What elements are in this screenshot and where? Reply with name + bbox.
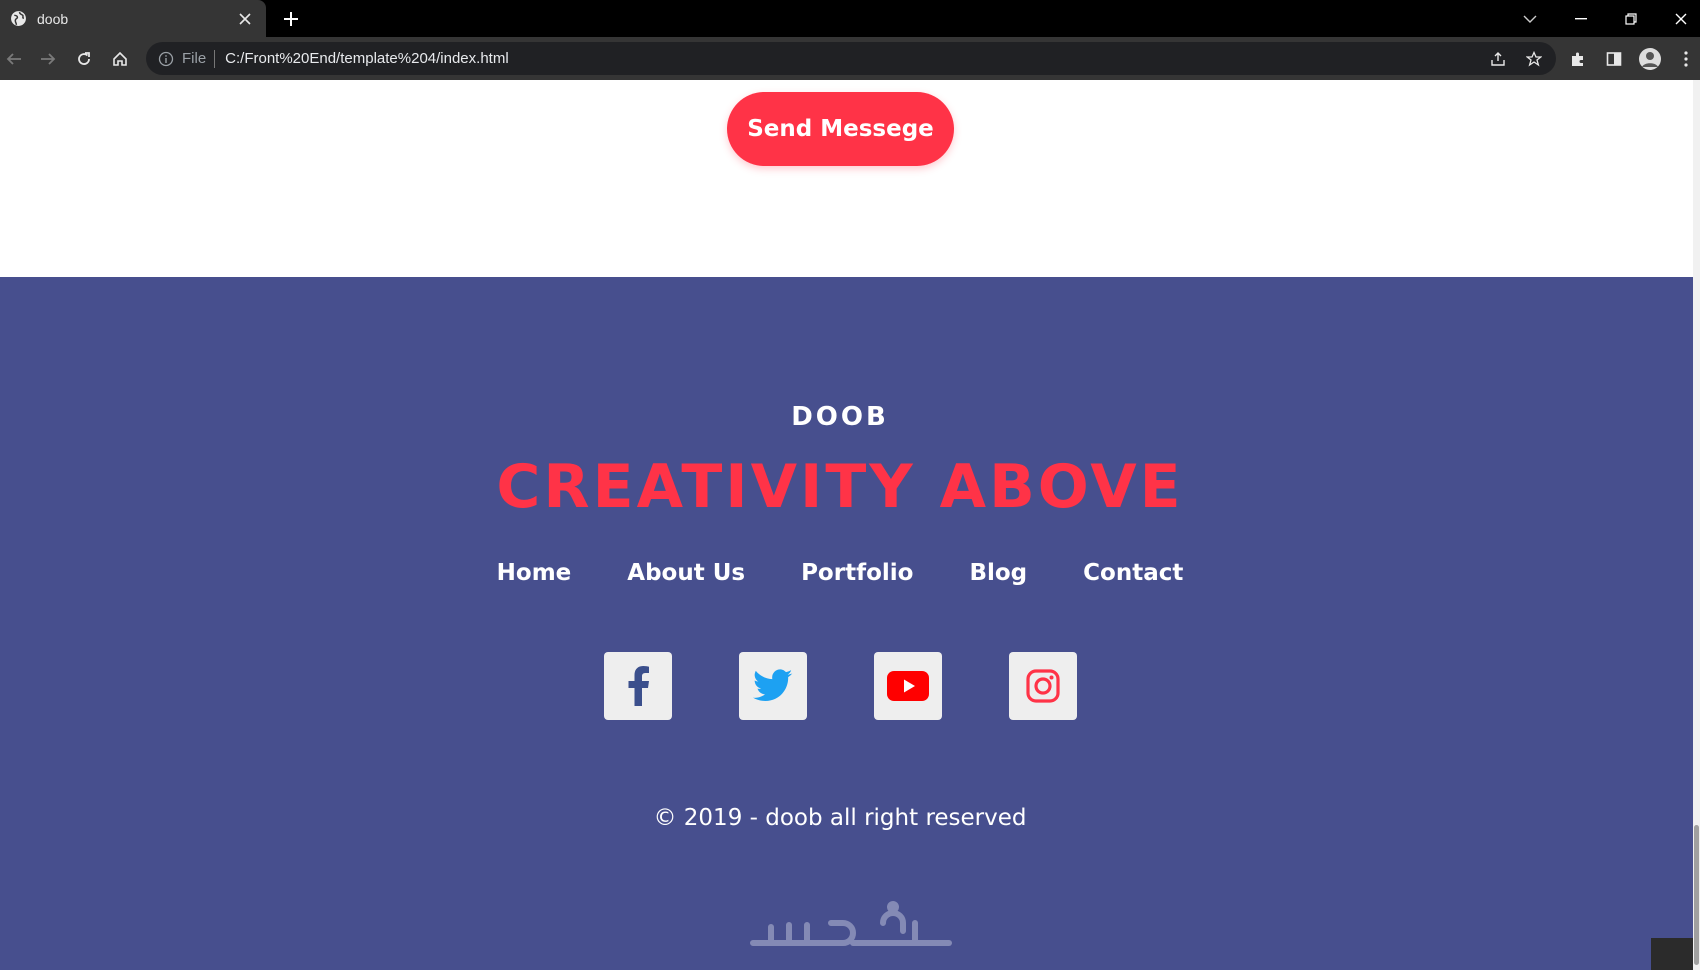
tab-title: doob: [37, 10, 69, 27]
restore-icon[interactable]: [1606, 0, 1656, 37]
profile-avatar[interactable]: [1636, 45, 1664, 73]
home-icon[interactable]: [106, 45, 134, 73]
footer-tagline: CREATIVITY ABOVE: [496, 452, 1184, 522]
instagram-icon: [1025, 669, 1060, 703]
send-message-button[interactable]: Send Messege: [727, 92, 954, 166]
back-icon[interactable]: [0, 45, 28, 73]
footer-nav-contact[interactable]: Contact: [1083, 560, 1183, 586]
side-panel-icon[interactable]: [1600, 45, 1628, 73]
khamsat-watermark-logo: [750, 901, 952, 946]
footer-nav-blog[interactable]: Blog: [969, 560, 1027, 586]
file-chip: File: [182, 50, 207, 67]
tab-search-icon[interactable]: [1505, 0, 1555, 37]
scrollbar-thumb[interactable]: [1694, 825, 1699, 965]
social-links: [0, 652, 1680, 720]
browser-tab[interactable]: doob: [0, 0, 266, 37]
close-window-icon[interactable]: [1656, 0, 1700, 37]
facebook-icon: [628, 666, 649, 706]
footer-nav-home[interactable]: Home: [497, 560, 572, 586]
globe-icon: [10, 10, 27, 27]
footer-nav: Home About Us Portfolio Blog Contact: [0, 560, 1680, 586]
site-footer: DOOB CREATIVITY ABOVE Home About Us Port…: [0, 277, 1693, 970]
page-corner-widget: [1651, 938, 1693, 970]
youtube-icon: [886, 671, 929, 701]
browser-tab-strip: doob: [0, 0, 1700, 37]
footer-brand: DOOB: [791, 402, 889, 432]
url-text[interactable]: C:/Front%20End/template%204/index.html: [225, 50, 508, 67]
new-tab-button[interactable]: [278, 6, 304, 32]
browser-toolbar: File C:/Front%20End/template%204/index.h…: [0, 37, 1700, 80]
page-viewport: Send Messege DOOB CREATIVITY ABOVE Home …: [0, 80, 1693, 970]
info-icon[interactable]: [158, 51, 174, 67]
facebook-link[interactable]: [603, 652, 672, 720]
omnibox-divider: [214, 49, 216, 68]
minimize-icon[interactable]: [1556, 0, 1606, 37]
bookmark-star-icon[interactable]: [1520, 45, 1548, 73]
twitter-link[interactable]: [738, 652, 807, 720]
instagram-link[interactable]: [1008, 652, 1077, 720]
footer-nav-about-us[interactable]: About Us: [627, 560, 745, 586]
share-icon[interactable]: [1484, 45, 1512, 73]
copyright-text: © 2019 - doob all right reserved: [653, 805, 1027, 831]
reload-icon[interactable]: [70, 45, 98, 73]
footer-nav-portfolio[interactable]: Portfolio: [801, 560, 913, 586]
youtube-link[interactable]: [873, 652, 942, 720]
page-scrollbar[interactable]: [1693, 80, 1700, 970]
address-bar[interactable]: File C:/Front%20End/template%204/index.h…: [146, 42, 1556, 75]
close-tab-icon[interactable]: [230, 4, 260, 34]
forward-icon[interactable]: [34, 45, 62, 73]
menu-kebab-icon[interactable]: [1672, 45, 1700, 73]
twitter-icon: [752, 669, 792, 701]
extensions-puzzle-icon[interactable]: [1564, 45, 1592, 73]
